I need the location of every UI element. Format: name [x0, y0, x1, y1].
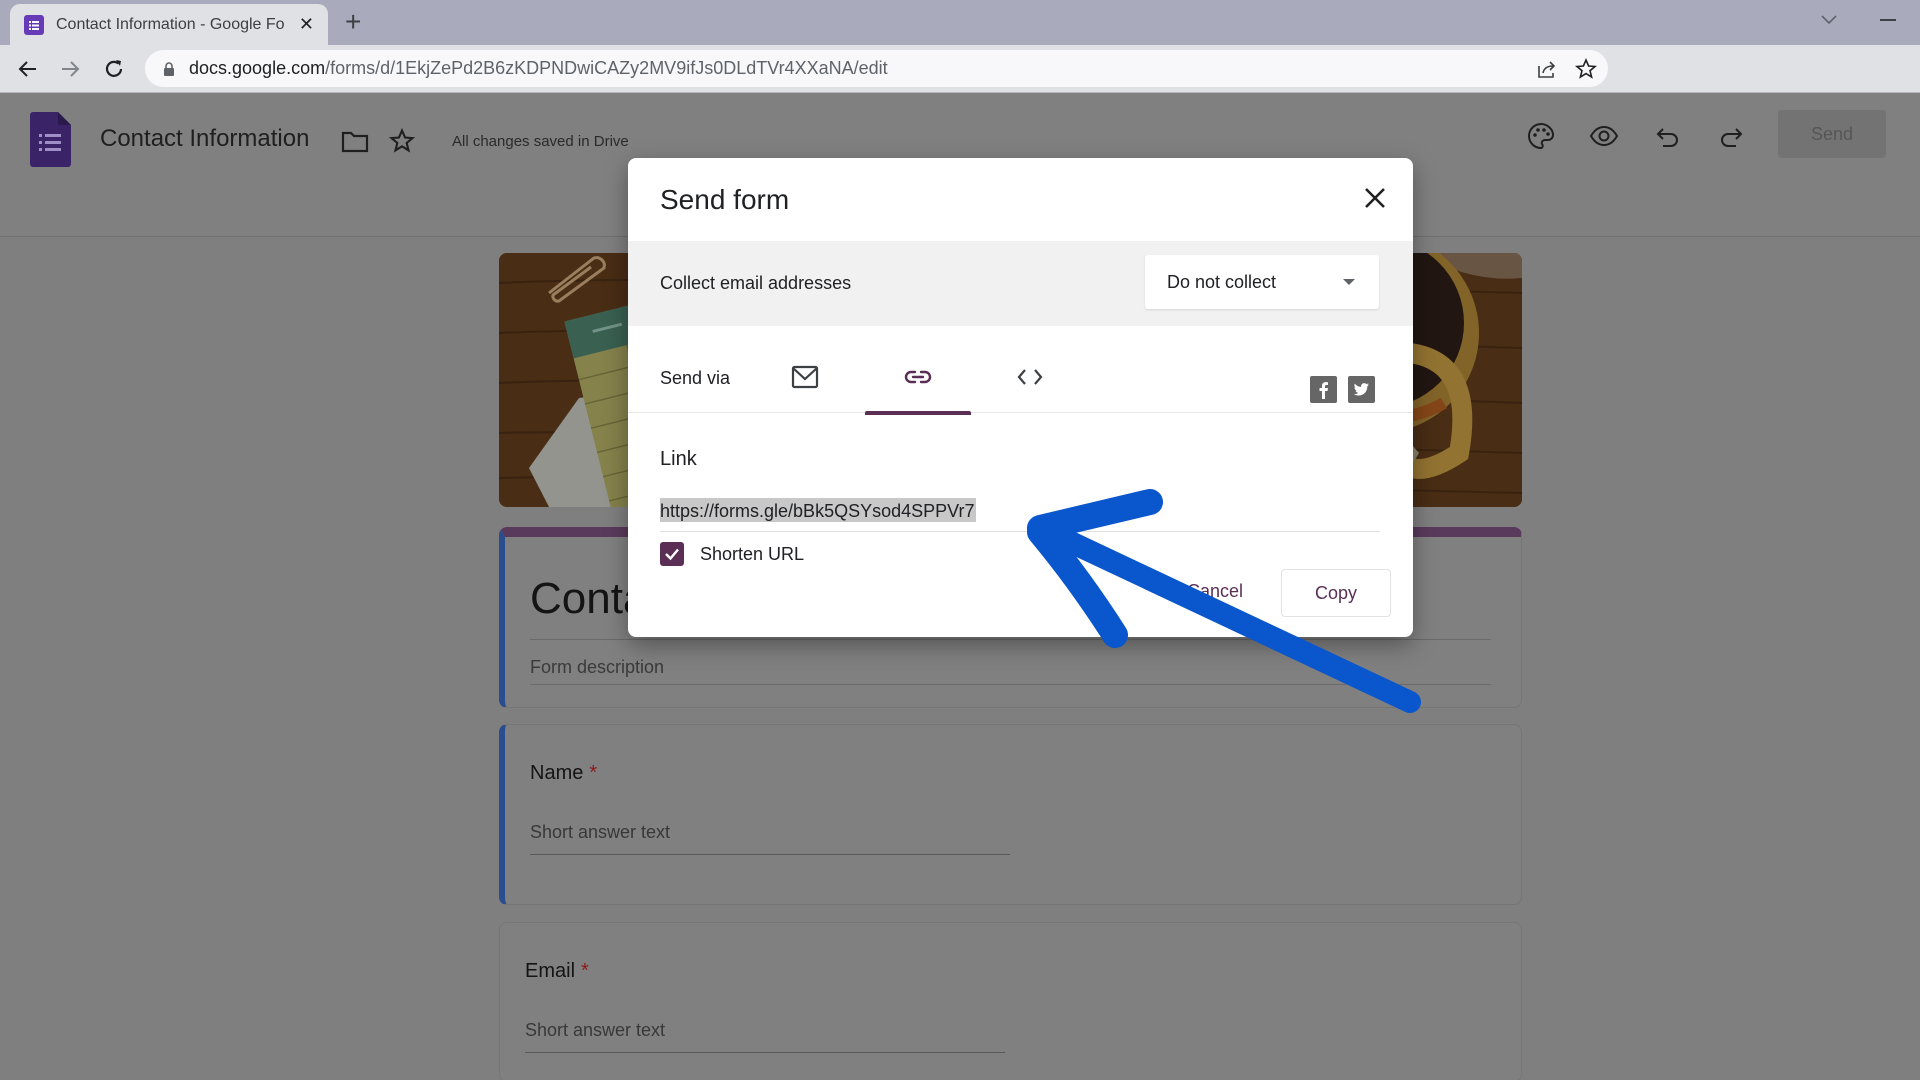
url-host: docs.google.com — [189, 58, 326, 78]
redo-icon[interactable] — [1716, 121, 1746, 151]
google-forms-favicon-icon — [24, 14, 44, 35]
mail-icon — [791, 365, 819, 389]
send-via-label: Send via — [660, 368, 731, 388]
answer-underline — [530, 854, 1010, 855]
star-icon[interactable] — [388, 127, 416, 155]
reload-icon[interactable] — [102, 57, 126, 81]
save-status: All changes saved in Drive — [452, 133, 629, 150]
close-icon[interactable] — [1362, 185, 1388, 211]
tab-search-chevron-icon[interactable] — [1818, 8, 1840, 30]
form-description-input[interactable]: Form description — [530, 657, 664, 678]
browser-tab-strip: Contact Information - Google Fo ✕ + — [0, 0, 1920, 45]
document-title[interactable]: Contact Information — [100, 125, 309, 153]
tab-close-icon[interactable]: ✕ — [299, 14, 314, 35]
link-icon — [904, 370, 932, 384]
title-underline — [530, 639, 1491, 640]
tab-title: Contact Information - Google Fo — [56, 15, 285, 33]
shorten-url-label: Shorten URL — [700, 543, 805, 564]
checkmark-icon — [665, 548, 679, 561]
new-tab-button[interactable]: + — [345, 6, 361, 38]
twitter-share-button[interactable] — [1348, 376, 1375, 403]
collect-email-label: Collect email addresses — [660, 273, 852, 293]
shorten-url-option[interactable]: Shorten URL — [660, 542, 804, 566]
facebook-share-button[interactable] — [1310, 376, 1337, 403]
send-via-email-tab[interactable] — [752, 350, 858, 413]
send-via-row: Send via — [628, 326, 1413, 415]
bookmark-star-icon[interactable] — [1574, 57, 1598, 81]
question-card-email[interactable]: Email * Short answer text — [499, 922, 1522, 1080]
code-icon — [1017, 369, 1043, 385]
share-icon[interactable] — [1536, 58, 1558, 80]
collect-email-dropdown[interactable]: Do not collect — [1145, 255, 1379, 309]
collect-email-value: Do not collect — [1167, 271, 1277, 292]
short-answer-placeholder: Short answer text — [525, 1020, 666, 1040]
palette-icon[interactable] — [1526, 121, 1556, 151]
link-url-field[interactable] — [660, 496, 1380, 532]
shorten-url-checkbox[interactable] — [660, 542, 684, 566]
url-path: /forms/d/1EkjZePd2B6zKDPNDwiCAZy2MV9ifJs… — [325, 58, 888, 78]
send-form-dialog: Send form Collect email addresses Do not… — [628, 158, 1413, 637]
url-text[interactable]: docs.google.com/forms/d/1EkjZePd2B6zKDPN… — [189, 58, 888, 79]
answer-underline — [525, 1052, 1005, 1053]
window-minimize-button[interactable] — [1880, 19, 1896, 21]
short-answer-placeholder: Short answer text — [530, 822, 671, 842]
link-section-label: Link — [660, 448, 697, 470]
copy-button[interactable]: Copy — [1281, 569, 1391, 617]
browser-toolbar: docs.google.com/forms/d/1EkjZePd2B6zKDPN… — [0, 45, 1920, 93]
collect-email-row: Collect email addresses Do not collect — [628, 241, 1413, 326]
active-tab-indicator — [865, 411, 971, 415]
send-button[interactable]: Send — [1778, 110, 1886, 158]
cancel-button[interactable]: Cancel — [1171, 571, 1259, 611]
facebook-icon — [1319, 382, 1328, 399]
undo-icon[interactable] — [1653, 121, 1683, 151]
back-arrow-icon[interactable] — [16, 57, 40, 81]
question-title: Email — [525, 960, 576, 982]
browser-tab[interactable]: Contact Information - Google Fo ✕ — [10, 4, 328, 45]
required-asterisk: * — [581, 960, 589, 982]
folder-icon[interactable] — [341, 130, 369, 154]
send-via-link-tab[interactable] — [865, 350, 971, 415]
question-label: Name * — [530, 762, 597, 785]
address-bar[interactable]: docs.google.com/forms/d/1EkjZePd2B6zKDPN… — [145, 50, 1608, 87]
forward-arrow-icon[interactable] — [58, 57, 82, 81]
eye-preview-icon[interactable] — [1589, 121, 1619, 151]
description-underline — [530, 684, 1491, 685]
question-title: Name — [530, 762, 584, 784]
required-asterisk: * — [589, 762, 598, 784]
send-via-embed-tab[interactable] — [977, 350, 1083, 413]
question-card-name[interactable]: Name * Short answer text — [499, 724, 1522, 905]
link-url-input[interactable] — [660, 496, 1380, 526]
twitter-icon — [1353, 383, 1369, 396]
lock-icon[interactable] — [163, 61, 175, 76]
dropdown-caret-icon — [1343, 279, 1355, 285]
google-forms-logo-icon[interactable] — [30, 112, 71, 167]
dialog-title: Send form — [660, 184, 790, 215]
question-label: Email * — [525, 960, 589, 983]
